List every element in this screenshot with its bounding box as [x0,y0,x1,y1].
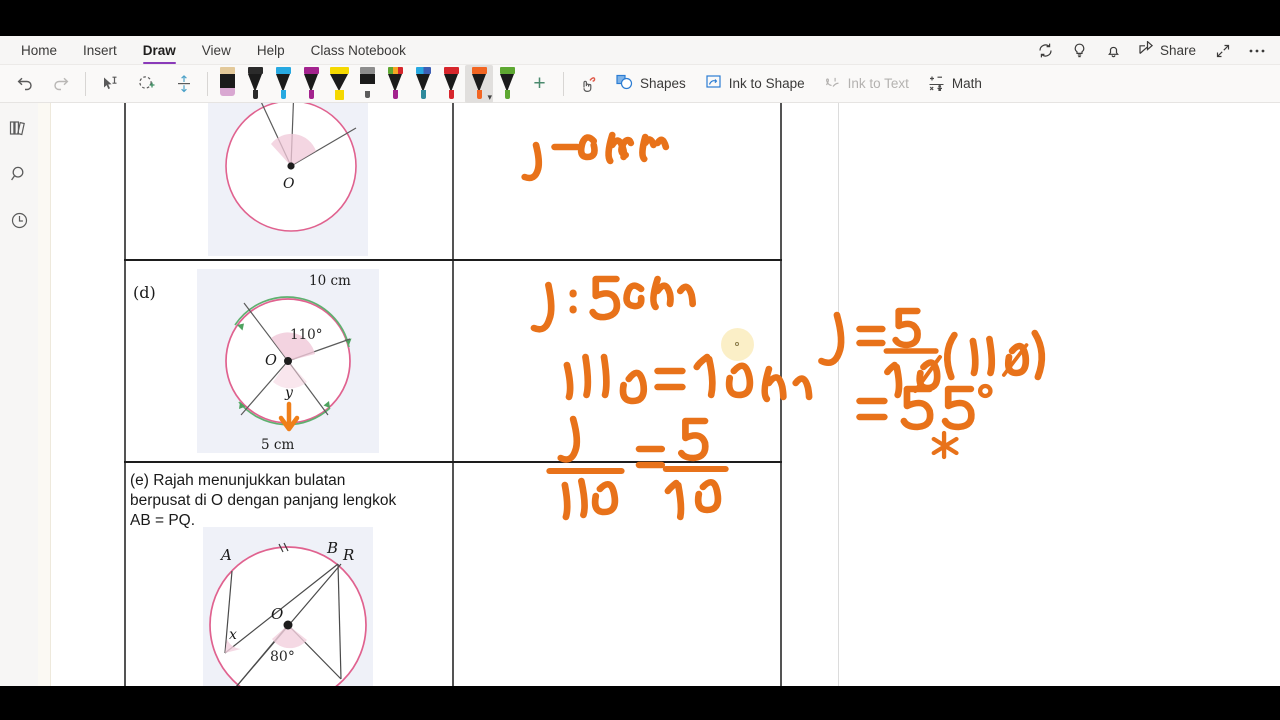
shapes-label: Shapes [640,76,686,91]
pencil-grey[interactable] [353,65,381,103]
tab-class-notebook[interactable]: Class Notebook [298,36,419,65]
toolbar-divider-2 [207,71,208,96]
math-button[interactable]: Math [918,67,991,101]
letterbox-bottom [0,686,1280,720]
table-border-right [780,103,782,686]
pen-magenta[interactable] [297,65,325,103]
plus-icon: + [533,72,546,95]
pen-teal[interactable] [409,65,437,103]
ribbon-tab-strip: Home Insert Draw View Help Class Noteboo… [0,36,1280,65]
ink-to-text-label: Ink to Text [847,76,909,91]
pen-orange[interactable]: ▾ [465,64,493,103]
sync-icon[interactable] [1029,36,1063,65]
ink-to-shape-icon [704,73,723,94]
pen-gallery: ▾ [213,64,521,103]
lasso-select-icon[interactable] [128,67,165,101]
bell-icon[interactable] [1097,36,1131,65]
letterbox-top [0,0,1280,36]
undo-button[interactable] [6,67,43,101]
svg-text:O: O [283,176,295,192]
figure-e: A B R O x 80° P Q [203,527,373,686]
nav-rail [0,103,38,686]
svg-text:10 cm: 10 cm [309,273,351,289]
ribbon-right-actions: Share [1029,36,1274,65]
figure-c: 58° 58° O [208,103,368,256]
ink-to-text-icon [823,73,842,94]
workspace: 58° 58° O [0,103,1280,686]
ink-to-shape-label: Ink to Shape [728,76,805,91]
figure-d-label: (d) [133,283,156,302]
svg-text:B: B [326,539,338,557]
toolbar-divider-1 [85,71,86,96]
share-icon [1138,40,1155,60]
pen-eraser[interactable] [213,65,241,103]
table-border-left [124,103,126,686]
table-row-divider-2 [124,461,782,463]
ellipsis-icon[interactable] [1240,36,1274,65]
draw-toolbar: ▾ + Shapes Ink to Shape Ink to Text Math [0,64,1280,103]
figure-d: 110° O y 10 cm 5 cm [197,269,379,453]
pen-black[interactable] [241,65,269,103]
note-canvas[interactable]: 58° 58° O [62,103,1280,686]
svg-text:R: R [342,546,354,564]
onenote-window: Home Insert Draw View Help Class Noteboo… [0,36,1280,686]
ink-to-text-button[interactable]: Ink to Text [814,67,918,101]
shapes-button[interactable]: Shapes [606,67,695,101]
table-row-divider-1 [124,259,782,261]
add-pen-button[interactable]: + [521,67,558,101]
toolbar-divider-3 [563,71,564,96]
search-icon[interactable] [6,161,32,187]
svg-text:5 cm: 5 cm [261,437,294,453]
expand-arrows-icon[interactable] [1206,36,1240,65]
svg-text:110°: 110° [290,327,323,343]
pen-green[interactable] [493,65,521,103]
pen-rainbow[interactable] [381,65,409,103]
tab-view[interactable]: View [189,36,244,65]
screenshot-root: Home Insert Draw View Help Class Noteboo… [0,0,1280,720]
math-label: Math [951,76,982,91]
pen-red[interactable] [437,65,465,103]
share-label: Share [1159,43,1196,58]
redo-button[interactable] [43,67,80,101]
svg-text:O: O [265,353,277,369]
cursor-point [735,342,739,346]
svg-text:80°: 80° [270,649,295,665]
ink-to-shape-button[interactable]: Ink to Shape [695,67,814,101]
recent-notes-icon[interactable] [6,207,32,233]
ink-gesture-icon[interactable] [569,67,606,101]
chevron-down-icon[interactable]: ▾ [487,92,492,102]
tab-draw[interactable]: Draw [130,36,189,65]
insert-space-icon[interactable] [165,67,202,101]
svg-text:O: O [271,605,283,623]
notebook-page-edge [38,103,51,686]
notebooks-icon[interactable] [6,115,32,141]
svg-text:A: A [219,546,232,564]
tab-insert[interactable]: Insert [70,36,130,65]
table-border-mid [452,103,454,686]
ink-select-text-icon[interactable] [91,67,128,101]
svg-text:x: x [229,627,237,643]
question-e-line2: berpusat di O dengan panjang lengkok [130,492,397,509]
tab-help[interactable]: Help [244,36,298,65]
lightbulb-icon[interactable] [1063,36,1097,65]
canvas-guide-line [838,103,839,686]
highlighter-yellow[interactable] [325,65,353,103]
tab-home[interactable]: Home [8,36,70,65]
share-button[interactable]: Share [1131,36,1206,65]
question-e-line1: (e) Rajah menunjukkan bulatan [130,472,346,489]
math-icon [927,73,946,94]
shapes-icon [615,73,634,94]
pen-cyan[interactable] [269,65,297,103]
svg-text:y: y [284,385,294,401]
page-margin [51,103,62,686]
